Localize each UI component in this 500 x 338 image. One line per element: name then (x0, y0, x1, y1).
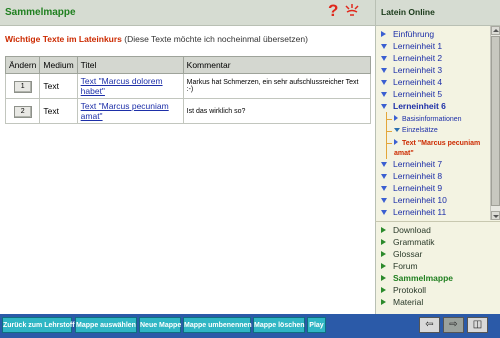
text-title-link[interactable]: Text "Marcus pecuniam amat" (81, 101, 169, 121)
title-cell: Text "Marcus pecuniam amat" (76, 98, 184, 124)
arrow-down-icon (381, 53, 390, 63)
nav-item-lerneinheit-7[interactable]: Lerneinheit 7 (381, 159, 442, 169)
nav-item-lerneinheit-10[interactable]: Lerneinheit 10 (381, 195, 447, 205)
nav-item-forum[interactable]: Forum (381, 261, 418, 271)
main-content: Wichtige Texte im Lateinkurs (Diese Text… (0, 26, 375, 314)
nav-current-text[interactable]: Text "Marcus pecuniam amat" (394, 138, 494, 158)
footer-toolbar: Zurück zum Lehrstoff Mappe auswählen Neu… (0, 314, 500, 338)
back-to-content-button[interactable]: Zurück zum Lehrstoff (2, 317, 75, 333)
edit-row-button[interactable]: 1 (13, 80, 32, 93)
nav-item-einfuehrung[interactable]: Einführung (381, 29, 434, 39)
collection-heading: Wichtige Texte im Lateinkurs (Diese Text… (5, 34, 308, 44)
nav-item-download[interactable]: Download (381, 225, 431, 235)
column-header: Ändern (4, 56, 41, 74)
arrow-right-icon (381, 237, 390, 247)
nav-item-lerneinheit-2[interactable]: Lerneinheit 2 (381, 53, 442, 63)
tree-connector (386, 119, 392, 120)
arrow-right-icon (394, 138, 400, 147)
nav-item-sammelmappe[interactable]: Sammelmappe (381, 273, 453, 283)
tree-connector (386, 131, 392, 132)
scroll-thumb[interactable] (491, 36, 500, 206)
course-tree: Einführung Lerneinheit 1 Lerneinheit 2 L… (375, 26, 500, 221)
nav-item-lerneinheit-5[interactable]: Lerneinheit 5 (381, 89, 442, 99)
column-header: Kommentar (182, 56, 372, 74)
arrow-right-icon (381, 249, 390, 259)
nav-subitem-einzelsaetze[interactable]: Einzelsätze (394, 127, 438, 134)
help-icon[interactable]: ? (328, 1, 338, 21)
nav-item-lerneinheit-8[interactable]: Lerneinheit 8 (381, 171, 442, 181)
nav-item-lerneinheit-6[interactable]: Lerneinheit 6 (381, 101, 446, 111)
arrow-down-icon (381, 183, 390, 193)
play-button[interactable]: Play (307, 317, 326, 333)
nav-item-lerneinheit-3[interactable]: Lerneinheit 3 (381, 65, 442, 75)
medium-cell: Text (39, 98, 78, 124)
tree-connector (386, 143, 392, 144)
back-arrow-icon[interactable]: ⇦ (419, 317, 440, 333)
new-folder-button[interactable]: Neue Mappe (139, 317, 181, 333)
nav-subitem-basisinformationen[interactable]: Basisinformationen (394, 115, 462, 123)
arrow-right-icon (381, 297, 390, 307)
header-bar: Sammelmappe ? (0, 0, 375, 26)
page-title: Sammelmappe (5, 7, 76, 18)
arrow-down-icon (381, 101, 390, 111)
window-icon[interactable]: ◫ (467, 317, 488, 333)
edit-cell: 1 (4, 73, 41, 99)
nav-item-lerneinheit-11[interactable]: Lerneinheit 11 (381, 207, 446, 217)
edit-cell: 2 (4, 98, 41, 124)
comment-cell: Markus hat Schmerzen, ein sehr aufschlus… (182, 73, 372, 99)
arrow-right-icon (394, 115, 400, 123)
arrow-right-icon (381, 225, 390, 235)
arrow-down-icon (381, 171, 390, 181)
scroll-down-icon[interactable] (491, 211, 500, 220)
text-title-link[interactable]: Text "Marcus dolorem habet" (81, 76, 163, 96)
table-row: 2 Text Text "Marcus pecuniam amat" Ist d… (4, 98, 372, 124)
arrow-right-icon (381, 285, 390, 295)
title-cell: Text "Marcus dolorem habet" (76, 73, 184, 99)
arrow-down-icon (381, 41, 390, 51)
arrow-down-icon (381, 207, 390, 217)
nav-item-material[interactable]: Material (381, 297, 423, 307)
nav-item-glossar[interactable]: Glossar (381, 249, 422, 259)
app-title: Latein Online (381, 7, 435, 17)
arrow-right-icon (381, 29, 390, 39)
nav-item-lerneinheit-1[interactable]: Lerneinheit 1 (381, 41, 442, 51)
scroll-up-icon[interactable] (491, 26, 500, 35)
rename-folder-button[interactable]: Mappe umbenennen (183, 317, 252, 333)
arrow-down-icon (381, 65, 390, 75)
edit-row-button[interactable]: 2 (13, 105, 32, 118)
heading-text: Wichtige Texte im Lateinkurs (5, 34, 122, 44)
nav-item-protokoll[interactable]: Protokoll (381, 285, 426, 295)
nav-item-grammatik[interactable]: Grammatik (381, 237, 435, 247)
arrow-right-icon (381, 261, 390, 271)
lightbulb-tip-icon[interactable] (344, 3, 360, 21)
delete-folder-button[interactable]: Mappe löschen (253, 317, 305, 333)
arrow-down-icon (381, 77, 390, 87)
forward-arrow-icon[interactable]: ⇨ (443, 317, 464, 333)
table-row: 1 Text Text "Marcus dolorem habet" Marku… (4, 73, 372, 99)
nav-item-lerneinheit-4[interactable]: Lerneinheit 4 (381, 77, 442, 87)
tree-scrollbar[interactable] (490, 26, 500, 220)
nav-item-lerneinheit-9[interactable]: Lerneinheit 9 (381, 183, 442, 193)
column-header: Medium (39, 56, 78, 74)
arrow-down-icon (394, 127, 400, 134)
texts-table: Ändern Medium Titel Kommentar 1 Text Tex… (4, 56, 372, 124)
column-header: Titel (76, 56, 184, 74)
tools-menu: Download Grammatik Glossar Forum Sammelm… (375, 221, 500, 314)
comment-cell: Ist das wirklich so? (182, 98, 372, 124)
arrow-down-icon (381, 195, 390, 205)
medium-cell: Text (39, 73, 78, 99)
heading-subtext: (Diese Texte möchte ich nocheinmal übers… (124, 34, 308, 44)
arrow-right-icon (381, 273, 390, 283)
sidebar-header: Latein Online (375, 0, 500, 26)
arrow-down-icon (381, 89, 390, 99)
arrow-down-icon (381, 159, 390, 169)
select-folder-button[interactable]: Mappe auswählen (75, 317, 137, 333)
